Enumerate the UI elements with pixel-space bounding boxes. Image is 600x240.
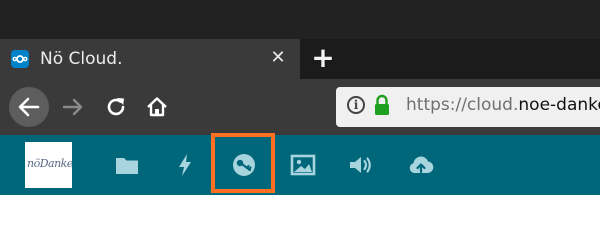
- url-host: noe-danke: [518, 95, 600, 115]
- lock-icon[interactable]: [373, 94, 391, 116]
- reload-button[interactable]: [104, 95, 128, 119]
- home-button[interactable]: [145, 95, 169, 119]
- reload-icon: [107, 98, 125, 116]
- arrow-left-icon: [18, 97, 40, 117]
- url-text[interactable]: https://cloud.noe-danke: [406, 95, 600, 115]
- info-icon[interactable]: i: [347, 96, 365, 114]
- home-icon: [147, 97, 167, 117]
- back-button[interactable]: [9, 87, 49, 127]
- active-app-highlight: [211, 133, 275, 193]
- window-titlebar: [0, 0, 600, 39]
- url-scheme: https://cloud.: [406, 95, 519, 115]
- tab-title: Nö Cloud.: [40, 49, 123, 69]
- speaker-icon[interactable]: [347, 151, 375, 179]
- logo-text: nöDanke: [27, 157, 72, 170]
- cloud-upload-icon[interactable]: [407, 151, 435, 179]
- new-tab-button[interactable]: +: [311, 43, 335, 73]
- image-icon[interactable]: [289, 151, 317, 179]
- lightning-icon[interactable]: [171, 151, 199, 179]
- forward-button[interactable]: [61, 95, 85, 119]
- nextcloud-icon: [11, 50, 29, 68]
- folder-icon[interactable]: [113, 151, 141, 179]
- arrow-right-icon: [62, 98, 83, 116]
- browser-tab-active[interactable]: Nö Cloud. ✕: [0, 39, 300, 79]
- logo[interactable]: nöDanke: [25, 142, 72, 188]
- page-content: [0, 195, 600, 214]
- tab-close-icon[interactable]: ✕: [269, 49, 287, 67]
